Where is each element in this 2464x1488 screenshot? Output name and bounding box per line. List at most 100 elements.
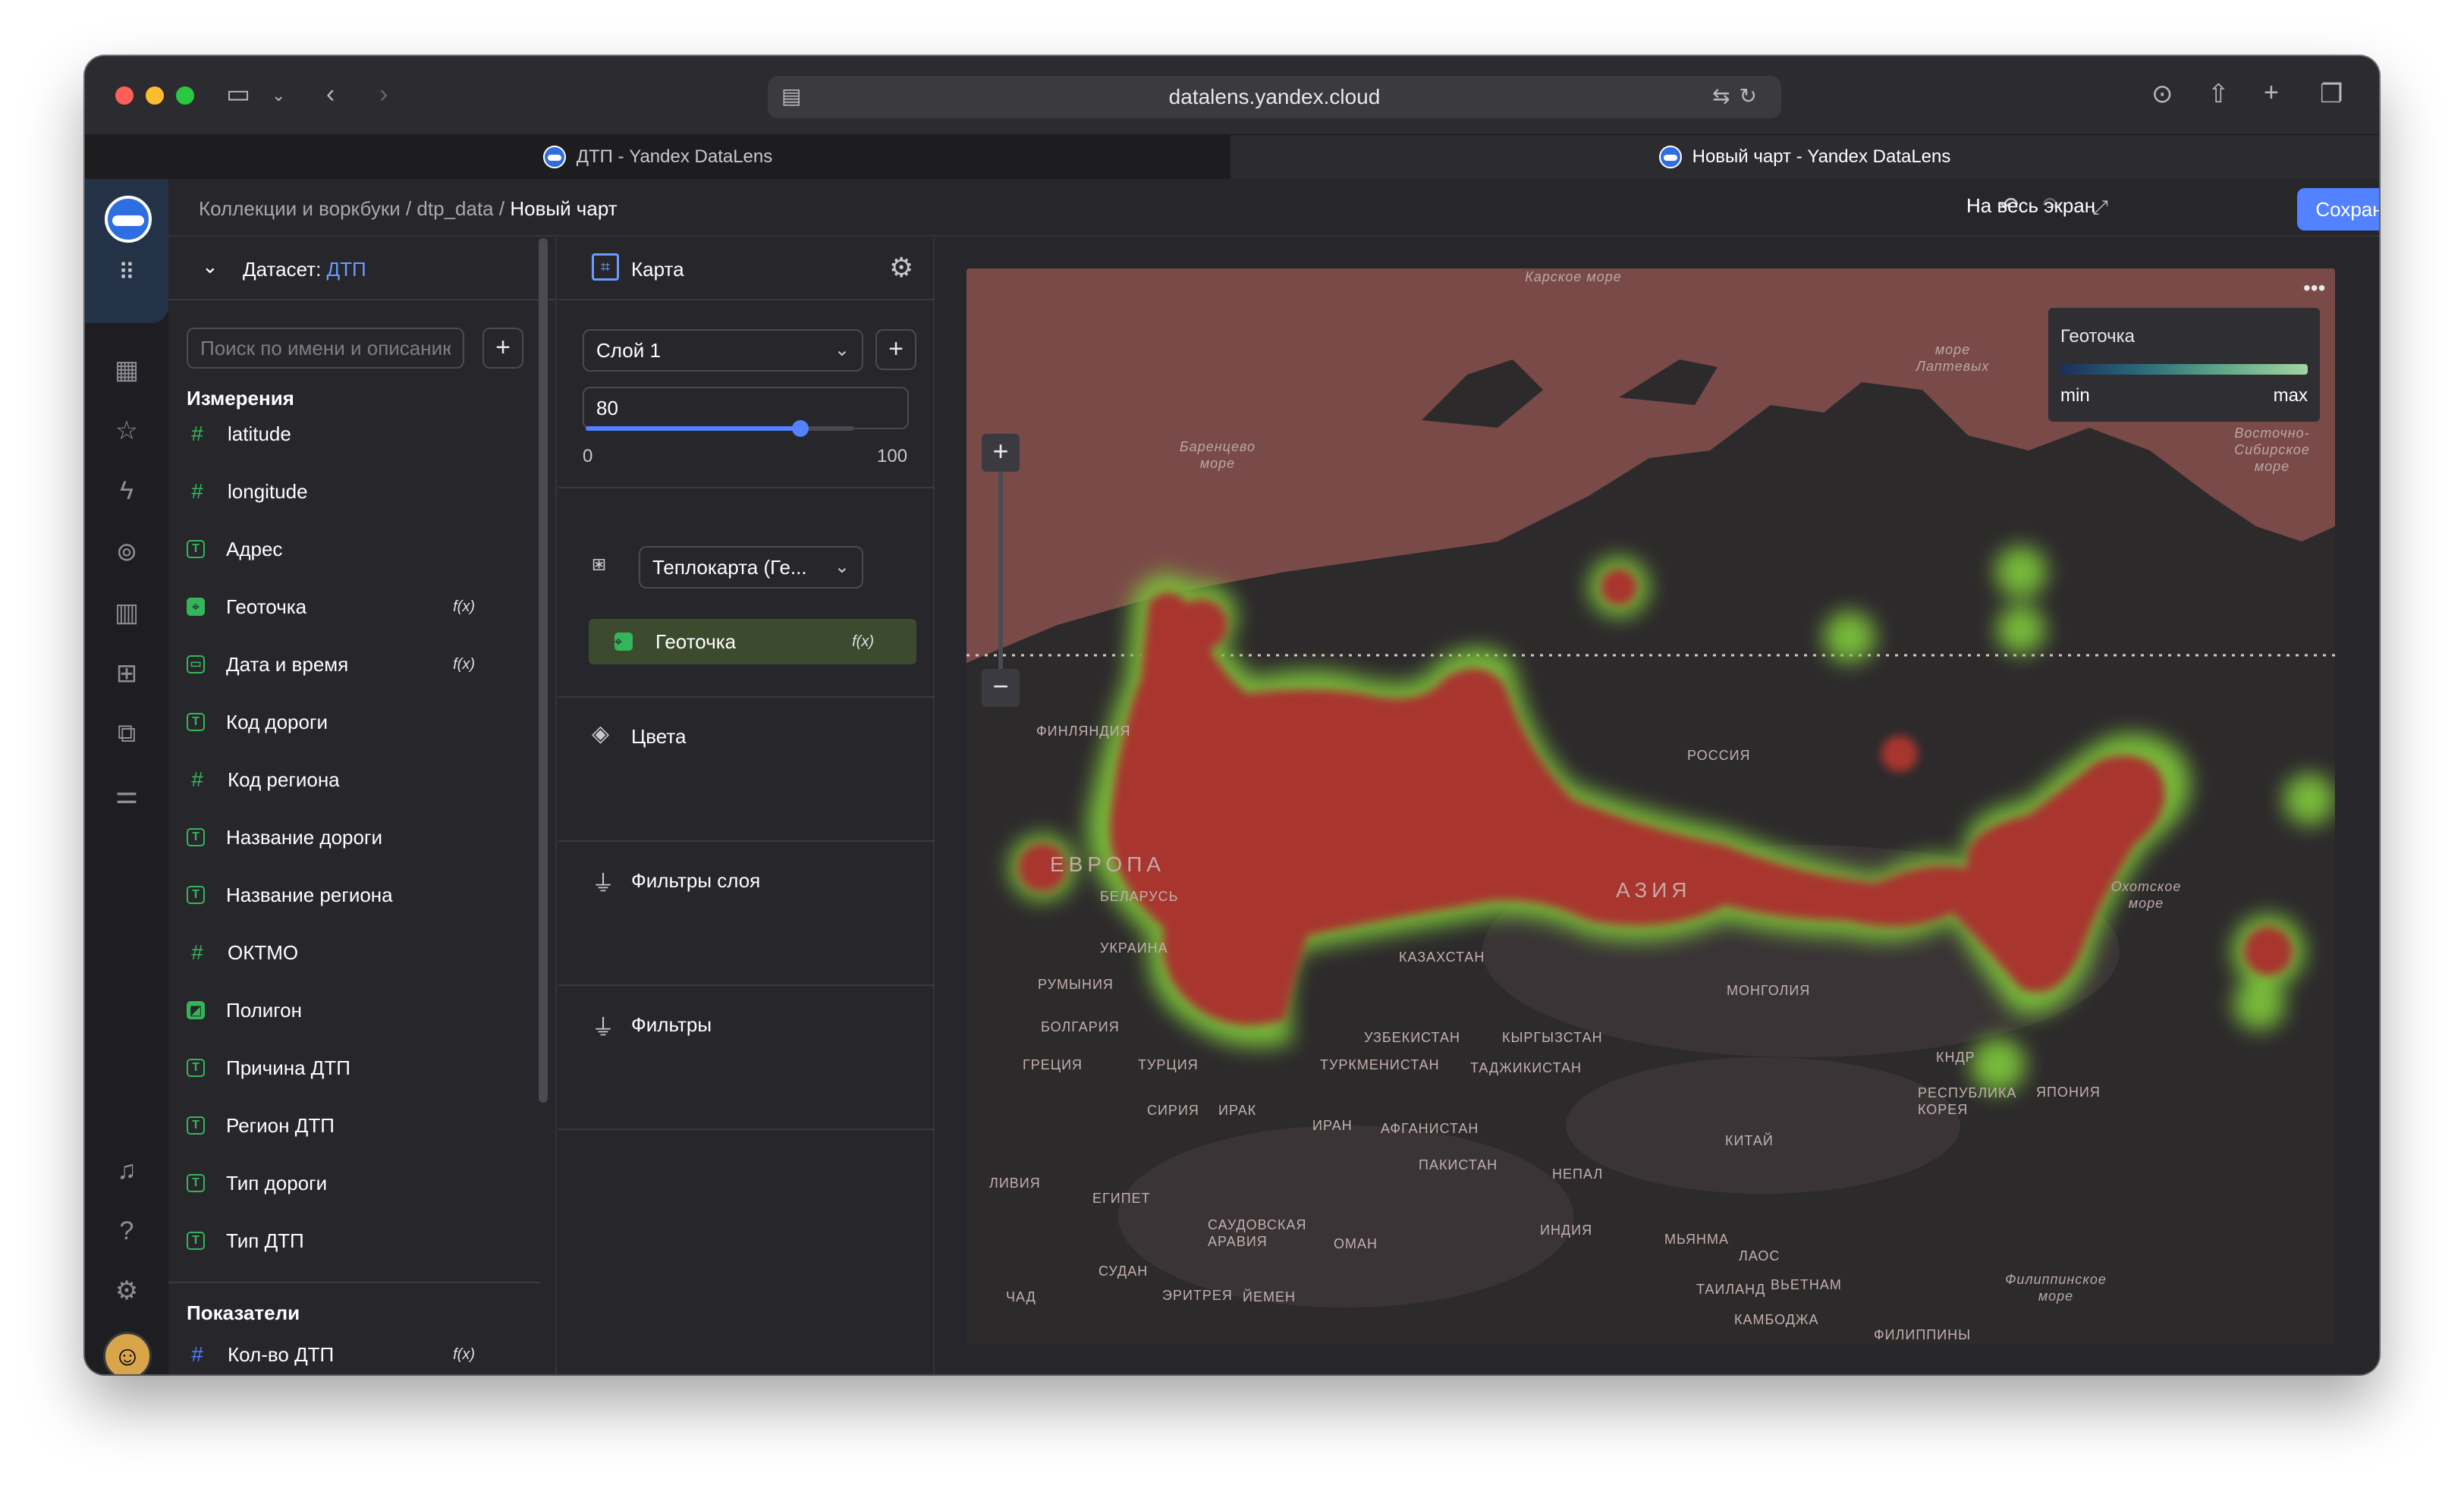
collections-icon[interactable]: ▦ — [85, 355, 168, 385]
field-item[interactable]: T Название региона — [187, 875, 490, 915]
field-item[interactable]: ⌖ Геоточка f(x) — [187, 587, 490, 626]
divider — [558, 840, 935, 842]
more-menu-icon[interactable]: ••• — [2303, 276, 2325, 300]
datasets-icon[interactable]: ⊚ — [85, 537, 168, 567]
scrollbar[interactable] — [539, 238, 548, 1103]
new-tab-icon[interactable]: + — [2264, 77, 2279, 108]
help-icon[interactable]: ? — [85, 1216, 168, 1246]
field-item[interactable]: T Причина ДТП — [187, 1048, 490, 1088]
string-type-icon: T — [187, 1174, 205, 1192]
colors-bucket-icon: ◈ — [592, 721, 610, 746]
layer-select[interactable]: Слой 1 ⌄ — [583, 329, 863, 372]
colors-section[interactable]: Цвета — [631, 725, 686, 749]
map-label: ЭРИТРЕЯ — [1162, 1288, 1233, 1303]
map-label: МЬЯНМА — [1664, 1232, 1729, 1247]
notifications-bell-icon[interactable]: ♫ — [85, 1156, 168, 1185]
zoom-in-button[interactable]: + — [982, 434, 1020, 472]
save-button[interactable]: Сохранить — [2297, 188, 2379, 231]
formula-icon: f(x) — [453, 598, 475, 615]
forward-arrow-icon[interactable]: › — [379, 79, 388, 109]
gear-icon[interactable]: ⚙ — [889, 252, 913, 284]
gear-icon[interactable]: ⚙ — [85, 1276, 168, 1306]
field-search-input[interactable] — [187, 328, 464, 369]
app-header: Коллекции и воркбуки / dtp_data / Новый … — [168, 179, 2379, 237]
zoom-slider[interactable] — [998, 472, 1003, 669]
field-item[interactable]: ◩ Полигон — [187, 990, 490, 1030]
connections-bolt-icon[interactable]: ϟ — [85, 476, 168, 506]
zoom-window-button[interactable] — [176, 86, 194, 105]
dataset-name-link[interactable]: ДТП — [327, 258, 366, 281]
chevron-down-icon[interactable]: ⌄ — [272, 80, 285, 111]
settings-sliders-icon[interactable]: ⚌ — [85, 780, 168, 810]
field-item[interactable]: T Тип дороги — [187, 1163, 490, 1203]
legend-min-label: min — [2060, 385, 2090, 406]
opacity-input[interactable]: 80 — [583, 387, 909, 429]
map-label: КИТАЙ — [1725, 1133, 1774, 1148]
breadcrumb-current: Новый чарт — [510, 197, 618, 220]
chevron-down-icon[interactable]: ⌄ — [202, 255, 218, 278]
rail-header: ⠿ — [85, 179, 168, 323]
apps-grid-icon[interactable]: ⠿ — [85, 259, 168, 286]
number-type-icon: # — [191, 940, 203, 964]
visualization-type[interactable]: Карта — [631, 258, 684, 281]
download-icon[interactable]: ⊙ — [2151, 79, 2173, 109]
charts-icon[interactable]: ▥ — [85, 598, 168, 628]
map-canvas — [966, 268, 2335, 1344]
geo-field-name: Геоточка — [655, 630, 737, 653]
map-label: ЯПОНИЯ — [2036, 1085, 2101, 1100]
number-type-icon: # — [191, 479, 203, 503]
layer-filters-section[interactable]: Фильтры слоя — [631, 869, 760, 893]
sidebar-toggle-icon[interactable]: ▭ — [226, 79, 250, 109]
opacity-slider-knob[interactable] — [792, 420, 809, 437]
add-layer-button[interactable]: + — [875, 329, 916, 370]
field-item[interactable]: ▭ Дата и время f(x) — [187, 645, 490, 684]
geo-field-chip[interactable]: ⌖ Геоточка f(x) — [589, 619, 916, 664]
field-item[interactable]: # Код региона — [187, 760, 490, 799]
dashboards-icon[interactable]: ⊞ — [85, 658, 168, 689]
map-label: СУДАН — [1098, 1264, 1149, 1279]
field-item[interactable]: T Название дороги — [187, 818, 490, 857]
divider — [558, 487, 935, 488]
back-arrow-icon[interactable]: ‹ — [326, 79, 335, 109]
opacity-slider[interactable] — [586, 420, 854, 437]
breadcrumb-workbook[interactable]: dtp_data — [416, 197, 493, 220]
map-label: РУМЫНИЯ — [1038, 977, 1114, 992]
field-item[interactable]: T Регион ДТП — [187, 1106, 490, 1145]
geopoint-type-icon: ⌖ — [187, 598, 205, 616]
visualization-panel: ⌗ Карта ⚙ Слой 1 ⌄ + 80 0 100 ⧆ Теплокар… — [558, 238, 935, 1374]
breadcrumb-collections[interactable]: Коллекции и воркбуки — [199, 197, 401, 220]
field-item[interactable]: T Код дороги — [187, 702, 490, 742]
zoom-out-button[interactable]: − — [982, 669, 1020, 707]
filters-section[interactable]: Фильтры — [631, 1013, 712, 1037]
field-item[interactable]: T Адрес — [187, 529, 490, 569]
fullscreen-button[interactable]: На весь экран — [1966, 194, 2095, 218]
tab-dtp[interactable]: ДТП - Yandex DataLens — [85, 135, 1230, 179]
field-item[interactable]: # longitude — [187, 472, 490, 511]
address-bar[interactable]: ▤ datalens.yandex.cloud ⇆↻ — [768, 76, 1781, 118]
heatmap-map[interactable]: Карское море море Лаптевых Баренцево мор… — [966, 268, 2335, 1344]
reports-icon[interactable]: ⧉ — [85, 719, 168, 749]
field-item[interactable]: T Тип ДТП — [187, 1221, 490, 1260]
field-item[interactable]: # latitude — [187, 414, 490, 454]
layer-select-value: Слой 1 — [596, 339, 661, 362]
map-label: КАМБОДЖА — [1734, 1312, 1819, 1327]
map-label: ЧАД — [1006, 1289, 1036, 1304]
map-label: БЕЛАРУСЬ — [1100, 889, 1179, 904]
field-item[interactable]: # ОКТМО — [187, 933, 490, 972]
add-field-button[interactable]: + — [482, 328, 523, 369]
translate-reload-icons[interactable]: ⇆↻ — [1712, 83, 1766, 108]
minimize-window-button[interactable] — [146, 86, 164, 105]
close-window-button[interactable] — [115, 86, 134, 105]
share-icon[interactable]: ⇧ — [2208, 79, 2230, 109]
layer-type-select[interactable]: Теплокарта (Ге... ⌄ — [639, 546, 863, 589]
formula-icon: f(x) — [453, 655, 475, 673]
tab-new-chart[interactable]: Новый чарт - Yandex DataLens — [1230, 135, 2379, 179]
favorites-star-icon[interactable]: ☆ — [85, 416, 168, 446]
avatar[interactable]: ☺ — [103, 1332, 152, 1374]
tab-overview-icon[interactable]: ❐ — [2320, 79, 2343, 109]
field-name: Тип ДТП — [226, 1229, 304, 1252]
datalens-logo-icon[interactable] — [105, 196, 152, 243]
field-item[interactable]: # Кол-во ДТП f(x) — [187, 1335, 490, 1374]
chart-preview: Карское море море Лаптевых Баренцево мор… — [936, 238, 2379, 1374]
dataset-header[interactable]: Датасет: ДТП — [243, 258, 366, 281]
